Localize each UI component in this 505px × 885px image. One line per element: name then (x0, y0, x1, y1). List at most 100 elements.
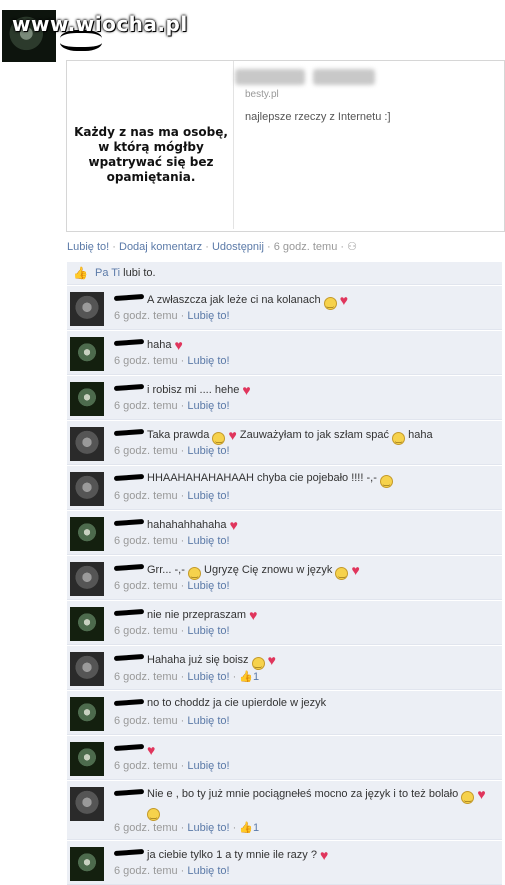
comment-row: i robisz mi .... hehe ♥ 6 godz. temu · L… (67, 376, 502, 420)
comment-like-link[interactable]: Lubię to! (187, 865, 229, 877)
liker-name[interactable]: Pa Ti (95, 267, 120, 279)
commenter-avatar[interactable] (70, 382, 104, 416)
comment-text: Nie e , bo ty już mnie pociągnełeś mocno… (147, 787, 492, 821)
comment-body: ja ciebie tylko 1 a ty mnie ile razy ? (147, 849, 321, 861)
comment-text: HHAAHAHAHAHAAH chyba cie pojebało !!!! -… (147, 472, 393, 488)
comment-like-link[interactable]: Lubię to! (187, 490, 229, 502)
redacted-commenter-name (114, 427, 144, 438)
comment-row: no to choddz ja cie upierdole w jezyk 6 … (67, 691, 502, 735)
separator: · (112, 241, 119, 253)
comment-like-count[interactable]: 👍1 (239, 671, 259, 683)
shared-link-description: najlepsze rzeczy z Internetu :] (245, 111, 391, 123)
blurred-title-part (313, 69, 375, 85)
comment-time[interactable]: 6 godz. temu (114, 625, 178, 637)
comment-body: no to choddz ja cie upierdole w jezyk (147, 697, 327, 709)
comment-body: Taka prawda (147, 429, 213, 441)
comment-like-link[interactable]: Lubię to! (187, 445, 229, 457)
comment-like-link[interactable]: Lubię to! (187, 310, 229, 322)
separator: · (177, 822, 188, 834)
comment-row: Grr... -,- ‿ Ugryzę Cię znowu w język ‿ … (67, 556, 502, 600)
comment-meta: 6 godz. temu · Lubię to! (114, 715, 230, 727)
comment-body: Hahaha już się boisz (147, 654, 252, 666)
comment-time[interactable]: 6 godz. temu (114, 490, 178, 502)
commenter-avatar[interactable] (70, 652, 104, 686)
comment-text: Hahaha już się boisz ‿ ♥ (147, 652, 276, 670)
comment-like-link[interactable]: Lubię to! (187, 400, 229, 412)
comment-body: HHAAHAHAHAHAAH chyba cie pojebało !!!! -… (147, 472, 380, 484)
comment-like-link[interactable]: Lubię to! (187, 580, 229, 592)
comment-like-link[interactable]: Lubię to! (187, 535, 229, 547)
smile-emoticon-icon: ‿ (461, 791, 475, 804)
heart-emoticon-icon: ♥ (339, 292, 349, 308)
commenter-avatar[interactable] (70, 292, 104, 326)
comment-meta: 6 godz. temu · Lubię to! (114, 625, 230, 637)
shared-link-domain: besty.pl (245, 89, 279, 100)
redacted-commenter-name (114, 517, 144, 528)
separator: · (177, 490, 188, 502)
comment-time[interactable]: 6 godz. temu (114, 355, 178, 367)
separator: · (177, 715, 188, 727)
commenter-avatar[interactable] (70, 562, 104, 596)
commenter-avatar[interactable] (70, 517, 104, 551)
post-share-link[interactable]: Udostępnij (212, 241, 264, 253)
heart-emoticon-icon: ♥ (320, 847, 329, 863)
smile-emoticon-icon: ‿ (147, 808, 160, 821)
commenter-avatar[interactable] (70, 742, 104, 776)
comment-time[interactable]: 6 godz. temu (114, 671, 178, 683)
comment-like-link[interactable]: Lubię to! (187, 355, 229, 367)
comment-like-link[interactable]: Lubię to! (187, 760, 229, 772)
commenter-avatar[interactable] (70, 427, 104, 461)
commenter-avatar[interactable] (70, 337, 104, 371)
post-actions: Lubię to! · Dodaj komentarz · Udostępnij… (67, 240, 359, 253)
comment-time[interactable]: 6 godz. temu (114, 310, 178, 322)
post-like-link[interactable]: Lubię to! (67, 241, 109, 253)
comment-meta: 6 godz. temu · Lubię to! (114, 400, 230, 412)
comment-row: nie nie przepraszam ♥ 6 godz. temu · Lub… (67, 601, 502, 645)
smile-emoticon-icon: ‿ (392, 432, 406, 445)
comment-like-link[interactable]: Lubię to! (187, 625, 229, 637)
comment-text: i robisz mi .... hehe ♥ (147, 382, 251, 398)
comment-time[interactable]: 6 godz. temu (114, 580, 178, 592)
comment-time[interactable]: 6 godz. temu (114, 400, 178, 412)
smile-emoticon-icon: ‿ (379, 475, 393, 488)
comment-body: nie nie przepraszam (147, 609, 250, 621)
comment-meta: 6 godz. temu · Lubię to! (114, 535, 230, 547)
comment-body: Ugryzę Cię znowu w język (204, 564, 336, 576)
commenter-avatar[interactable] (70, 847, 104, 881)
redacted-commenter-name (114, 697, 144, 708)
comment-time[interactable]: 6 godz. temu (114, 445, 178, 457)
heart-emoticon-icon: ♥ (174, 337, 183, 353)
comment-text: nie nie przepraszam ♥ (147, 607, 257, 623)
separator: · (177, 625, 188, 637)
comment-like-link[interactable]: Lubię to! (187, 822, 229, 834)
shared-link-image[interactable]: Każdy z nas ma osobę, w którą mógłby wpa… (67, 61, 234, 229)
shared-link-card[interactable]: Każdy z nas ma osobę, w którą mógłby wpa… (66, 60, 505, 232)
separator: · (177, 671, 188, 683)
likes-label: lubi to. (123, 267, 156, 279)
redacted-commenter-name (114, 607, 144, 618)
comment-row: haha ♥ 6 godz. temu · Lubię to! (67, 331, 502, 375)
comment-like-link[interactable]: Lubię to! (187, 671, 229, 683)
comment-time[interactable]: 6 godz. temu (114, 865, 178, 877)
friends-audience-icon[interactable]: ⚇ (347, 240, 359, 253)
comment-time[interactable]: 6 godz. temu (114, 822, 178, 834)
comment-like-link[interactable]: Lubię to! (187, 715, 229, 727)
comment-meta: 6 godz. temu · Lubię to! (114, 865, 230, 877)
comment-like-count[interactable]: 👍1 (239, 822, 259, 834)
post-comment-link[interactable]: Dodaj komentarz (119, 241, 202, 253)
heart-emoticon-icon: ♥ (249, 607, 258, 623)
commenter-avatar[interactable] (70, 697, 104, 731)
comment-meta: 6 godz. temu · Lubię to! · 👍1 (114, 821, 259, 834)
commenter-avatar[interactable] (70, 787, 104, 821)
commenter-avatar[interactable] (70, 472, 104, 506)
redacted-commenter-name (114, 337, 144, 348)
comment-time[interactable]: 6 godz. temu (114, 715, 178, 727)
comment-body: hahahahhahaha (147, 519, 230, 531)
comment-body: i robisz mi .... hehe (147, 384, 243, 396)
smile-emoticon-icon: ‿ (212, 432, 226, 445)
comment-row: A zwłaszcza jak leże ci na kolanach ‿ ♥ … (67, 286, 502, 330)
comment-time[interactable]: 6 godz. temu (114, 535, 178, 547)
commenter-avatar[interactable] (70, 607, 104, 641)
heart-emoticon-icon: ♥ (351, 562, 360, 578)
comment-time[interactable]: 6 godz. temu (114, 760, 178, 772)
